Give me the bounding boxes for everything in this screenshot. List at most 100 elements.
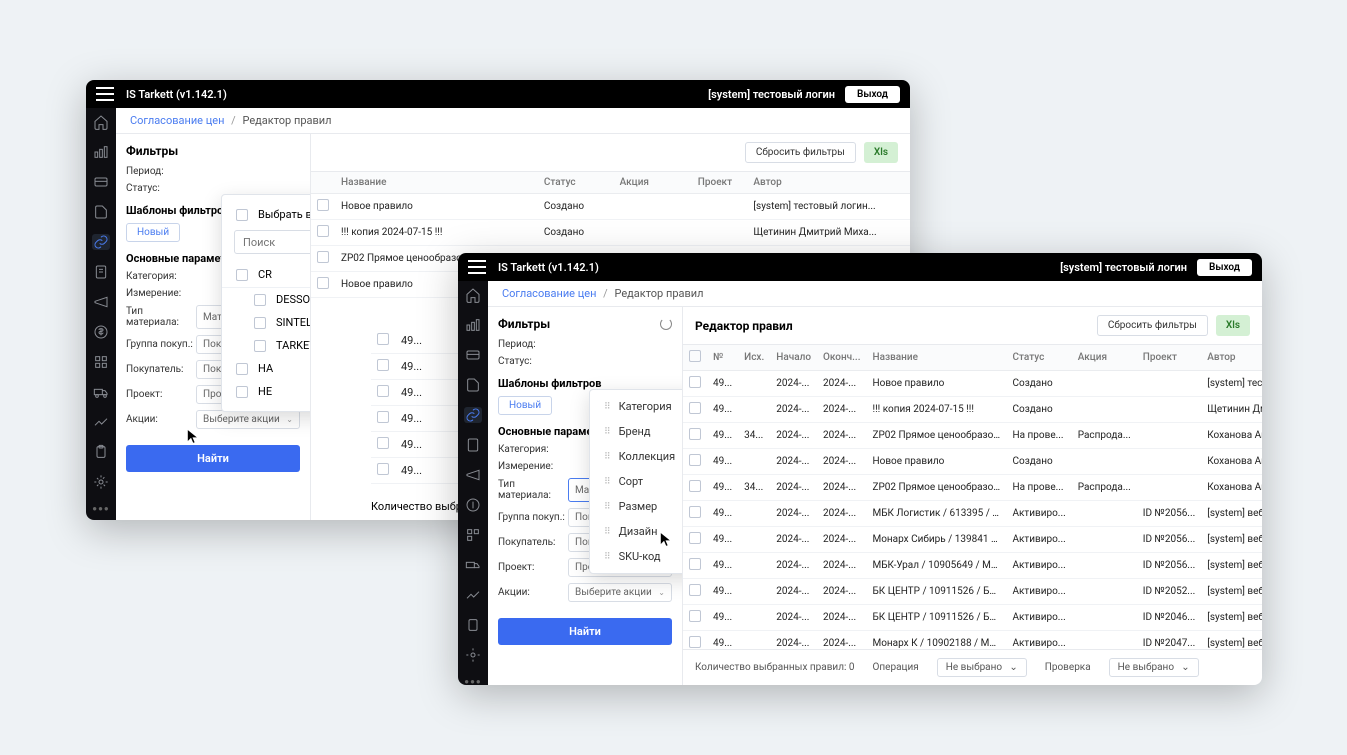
checkbox[interactable] — [254, 340, 266, 352]
col-action[interactable]: Акция — [1072, 345, 1137, 371]
table-row[interactable]: 49...2024-...2024-...МБК Логистик / 6133… — [683, 501, 1262, 527]
checkbox[interactable] — [236, 363, 248, 375]
checkbox[interactable] — [689, 480, 701, 492]
checkbox[interactable] — [377, 463, 389, 475]
checkbox[interactable] — [317, 225, 329, 237]
nav-link-icon[interactable] — [92, 234, 110, 250]
checkbox[interactable] — [689, 376, 701, 388]
nav-grid-icon[interactable] — [464, 527, 482, 543]
checkbox[interactable] — [377, 411, 389, 423]
table-row[interactable]: 49...2024-...2024-...Монарх К / 10902188… — [683, 631, 1262, 650]
nav-chart-icon[interactable] — [464, 317, 482, 333]
material-item[interactable]: Бренд — [590, 419, 683, 444]
checkbox[interactable] — [377, 359, 389, 371]
col-author[interactable]: Автор — [1201, 345, 1262, 371]
nav-clipboard-icon[interactable] — [92, 444, 110, 460]
col-action[interactable]: Акция — [614, 172, 692, 194]
find-button[interactable]: Найти — [126, 445, 300, 472]
checkbox[interactable] — [689, 454, 701, 466]
nav-doc-icon[interactable] — [92, 204, 110, 220]
checkbox[interactable] — [377, 333, 389, 345]
brand-group-row[interactable]: CR⌄ — [222, 262, 311, 288]
material-item[interactable]: Категория — [590, 394, 683, 419]
table-row[interactable]: Новое правилоСоздано[system] тестовый ло… — [311, 194, 910, 220]
table-row[interactable]: !!! копия 2024-07-15 !!!СозданоЩетинин Д… — [311, 220, 910, 246]
nav-clipboard-icon[interactable] — [464, 617, 482, 633]
nav-home-icon[interactable] — [464, 287, 482, 303]
menu-icon[interactable] — [96, 87, 114, 101]
checkbox[interactable] — [689, 350, 701, 362]
material-item[interactable]: Коллекция — [590, 444, 683, 469]
nav-trend-icon[interactable] — [464, 587, 482, 603]
reload-icon[interactable] — [660, 318, 672, 330]
reset-filters-button[interactable]: Сбросить фильтры — [1097, 315, 1208, 336]
table-row[interactable]: 49...2024-...2024-...!!! копия 2024-07-1… — [683, 397, 1262, 423]
checkbox[interactable] — [236, 269, 248, 281]
material-item[interactable]: Размер — [590, 494, 683, 519]
nav-megaphone-icon[interactable] — [92, 294, 110, 310]
reset-filters-button[interactable]: Сбросить фильтры — [745, 142, 856, 163]
checkbox[interactable] — [689, 584, 701, 596]
crumb-root[interactable]: Согласование цен — [502, 287, 596, 300]
table-row[interactable]: 49...2024-...2024-...Новое правилоСоздан… — [683, 371, 1262, 397]
nav-file-icon[interactable] — [464, 437, 482, 453]
nav-chart-icon[interactable] — [92, 144, 110, 160]
checkbox[interactable] — [254, 317, 266, 329]
col-name[interactable]: Название — [866, 345, 1006, 371]
nav-truck-icon[interactable] — [92, 384, 110, 400]
checkbox[interactable] — [689, 610, 701, 622]
table-row[interactable]: 49...34...2024-...2024-...ZP02 Прямое це… — [683, 423, 1262, 449]
nav-doc-icon[interactable] — [464, 377, 482, 393]
checkbox[interactable] — [689, 428, 701, 440]
nav-card-icon[interactable] — [92, 174, 110, 190]
nav-dollar-icon[interactable] — [92, 324, 110, 340]
nav-truck-icon[interactable] — [464, 557, 482, 573]
col-author[interactable]: Автор — [747, 172, 910, 194]
material-item[interactable]: Дизайн — [590, 519, 683, 544]
new-chip[interactable]: Новый — [498, 396, 552, 415]
col-num[interactable]: № — [707, 345, 738, 371]
nav-grid-icon[interactable] — [92, 354, 110, 370]
nav-trend-icon[interactable] — [92, 414, 110, 430]
select-all-row[interactable]: Выбрать все — [222, 203, 311, 226]
checkbox[interactable] — [689, 506, 701, 518]
checkbox[interactable] — [317, 277, 329, 289]
col-end[interactable]: Оконч... — [817, 345, 866, 371]
logout-button[interactable]: Выход — [1197, 259, 1252, 276]
search-input[interactable] — [243, 236, 311, 249]
brand-item[interactable]: SINTELON› — [222, 311, 311, 334]
nav-megaphone-icon[interactable] — [464, 467, 482, 483]
nav-home-icon[interactable] — [92, 114, 110, 130]
logout-button[interactable]: Выход — [845, 86, 900, 103]
col-src[interactable]: Исх. — [738, 345, 770, 371]
menu-icon[interactable] — [468, 260, 486, 274]
nav-card-icon[interactable] — [464, 347, 482, 363]
material-item[interactable]: Сорт — [590, 469, 683, 494]
table-row[interactable]: 49...2024-...2024-...БК ЦЕНТР / 10911526… — [683, 579, 1262, 605]
checkbox[interactable] — [689, 402, 701, 414]
nav-gear-icon[interactable] — [92, 474, 110, 490]
nav-gear-icon[interactable] — [464, 647, 482, 663]
brand-item[interactable]: НА — [222, 357, 311, 380]
actions-select[interactable]: Выберите акции⌄ — [196, 410, 300, 429]
checkbox[interactable] — [317, 251, 329, 263]
brand-search[interactable]: ⌕ — [234, 230, 311, 254]
check-select[interactable]: Не выбрано⌄ — [1109, 658, 1199, 677]
checkbox[interactable] — [377, 437, 389, 449]
col-start[interactable]: Начало — [770, 345, 817, 371]
col-project[interactable]: Проект — [692, 172, 748, 194]
checkbox[interactable] — [689, 636, 701, 648]
crumb-root[interactable]: Согласование цен — [130, 114, 224, 127]
col-status[interactable]: Статус — [1006, 345, 1071, 371]
nav-file-icon[interactable] — [92, 264, 110, 280]
checkbox[interactable] — [377, 385, 389, 397]
new-chip[interactable]: Новый — [126, 223, 180, 242]
checkbox[interactable] — [236, 209, 248, 221]
brand-item[interactable]: TARKETT› — [222, 334, 311, 357]
col-name[interactable]: Название — [335, 172, 538, 194]
checkbox[interactable] — [317, 199, 329, 211]
table-row[interactable]: 49...2024-...2024-...Монарх Сибирь / 139… — [683, 527, 1262, 553]
table-row[interactable]: 49...2024-...2024-...МБК-Урал / 10905649… — [683, 553, 1262, 579]
checkbox[interactable] — [236, 386, 248, 398]
checkbox[interactable] — [254, 294, 266, 306]
